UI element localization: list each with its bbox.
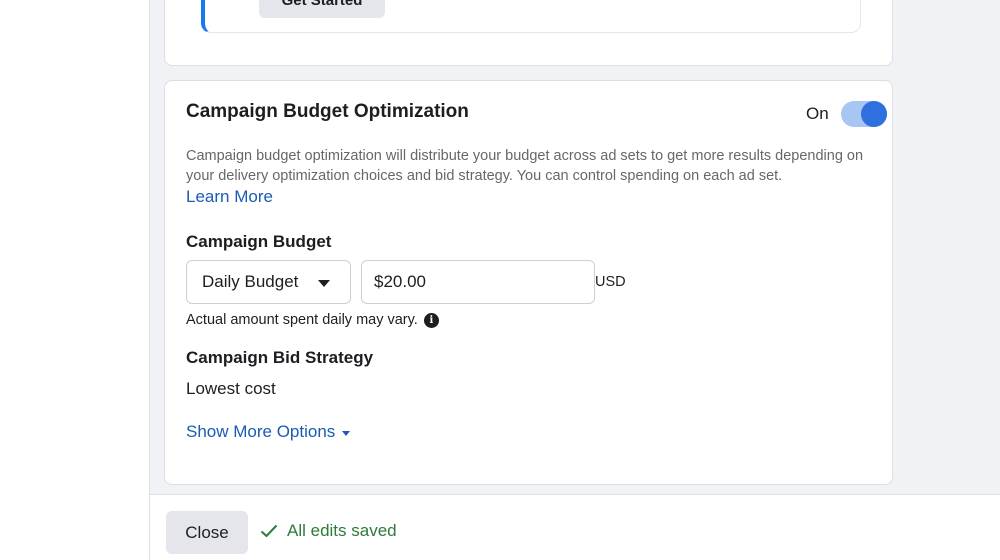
campaign-budget-optimization-card: Campaign Budget Optimization On Campaign… [164,80,893,485]
left-panel [0,0,150,560]
card-title: Campaign Budget Optimization [186,101,469,122]
toggle-knob [860,101,887,127]
ads-manager-editor: Get Started Campaign Budget Optimization… [0,0,1000,560]
budget-note-text: Actual amount spent daily may vary. [186,312,418,328]
budget-amount-field[interactable]: USD [361,260,626,304]
budget-amount-input[interactable] [374,272,595,292]
cbo-description: Campaign budget optimization will distri… [186,148,864,184]
campaign-budget-label: Campaign Budget [186,232,332,251]
previous-section-card: Get Started [164,0,893,66]
currency-label: USD [595,274,626,290]
learn-more-link[interactable]: Learn More [186,187,273,207]
save-status-text: All edits saved [287,521,397,540]
info-icon[interactable]: i [423,312,439,328]
cbo-toggle-switch[interactable] [840,101,887,127]
footer-bar: Close All edits saved [150,494,1000,560]
caret-down-icon [318,280,330,287]
cbo-toggle-group: On [806,101,887,127]
check-icon [260,524,278,538]
show-more-label: Show More Options [186,422,336,441]
get-started-button[interactable]: Get Started [259,0,385,18]
close-button[interactable]: Close [166,511,248,554]
previous-section-inner: Get Started [201,0,861,33]
toggle-label: On [806,104,829,123]
budget-type-dropdown[interactable]: Daily Budget [186,260,351,304]
save-status: All edits saved [260,521,397,541]
budget-type-value: Daily Budget [202,272,299,291]
content-area[interactable]: Get Started Campaign Budget Optimization… [150,0,1000,494]
bid-strategy-label: Campaign Bid Strategy [186,348,374,367]
bid-strategy-value: Lowest cost [186,379,276,398]
caret-down-icon [342,430,351,436]
show-more-options-link[interactable]: Show More Options [186,422,351,442]
budget-note: Actual amount spent daily may vary. i [186,312,439,328]
